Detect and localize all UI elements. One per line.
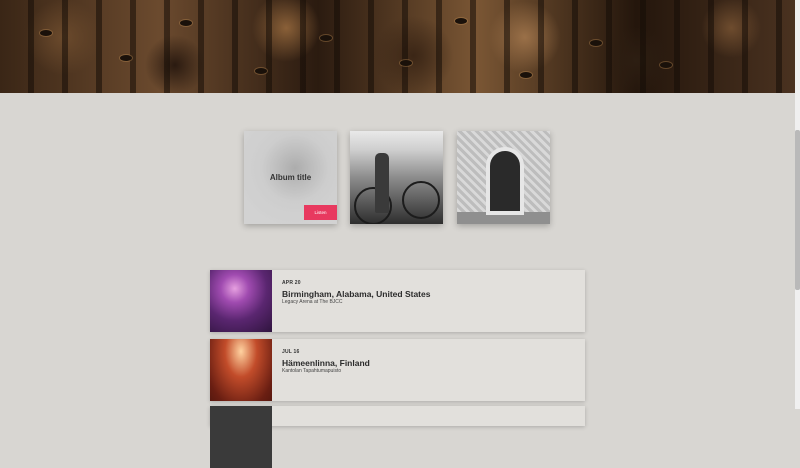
page-scrollbar[interactable] — [795, 0, 800, 409]
bee-decoration — [520, 72, 532, 78]
event-card[interactable]: JUL 16 Hämeenlinna, Finland Kantolan Tap… — [210, 339, 585, 401]
bee-decoration — [120, 55, 132, 61]
bee-decoration — [40, 30, 52, 36]
event-date: APR 20 — [282, 280, 301, 286]
bee-decoration — [660, 62, 672, 68]
event-image — [210, 270, 272, 332]
album-tile[interactable] — [350, 131, 443, 224]
doorway-arch — [486, 147, 524, 215]
event-venue: Kantolan Tapahtumapuisto — [282, 368, 342, 374]
event-city[interactable]: Birmingham, Alabama, United States — [282, 289, 430, 299]
event-image — [210, 339, 272, 401]
album-title: Album title — [269, 173, 312, 182]
event-image — [210, 406, 272, 468]
event-venue: Legacy Arena at The BJCC — [282, 299, 343, 305]
hero-banner — [0, 0, 795, 93]
bee-decoration — [590, 40, 602, 46]
bee-decoration — [180, 20, 192, 26]
event-card[interactable] — [210, 406, 585, 468]
wheel-shape — [402, 181, 440, 219]
event-date: JUL 16 — [282, 349, 300, 355]
bee-decoration — [320, 35, 332, 41]
bee-decoration — [400, 60, 412, 66]
event-city[interactable]: Hämeenlinna, Finland — [282, 358, 370, 368]
album-tile[interactable] — [457, 131, 550, 224]
listen-button[interactable]: Listen — [304, 205, 337, 220]
event-card[interactable]: APR 20 Birmingham, Alabama, United State… — [210, 270, 585, 332]
album-tile[interactable]: Album title Listen — [244, 131, 337, 224]
person-figure — [375, 153, 389, 213]
bee-decoration — [255, 68, 267, 74]
scrollbar-thumb[interactable] — [795, 130, 800, 290]
bee-decoration — [455, 18, 467, 24]
